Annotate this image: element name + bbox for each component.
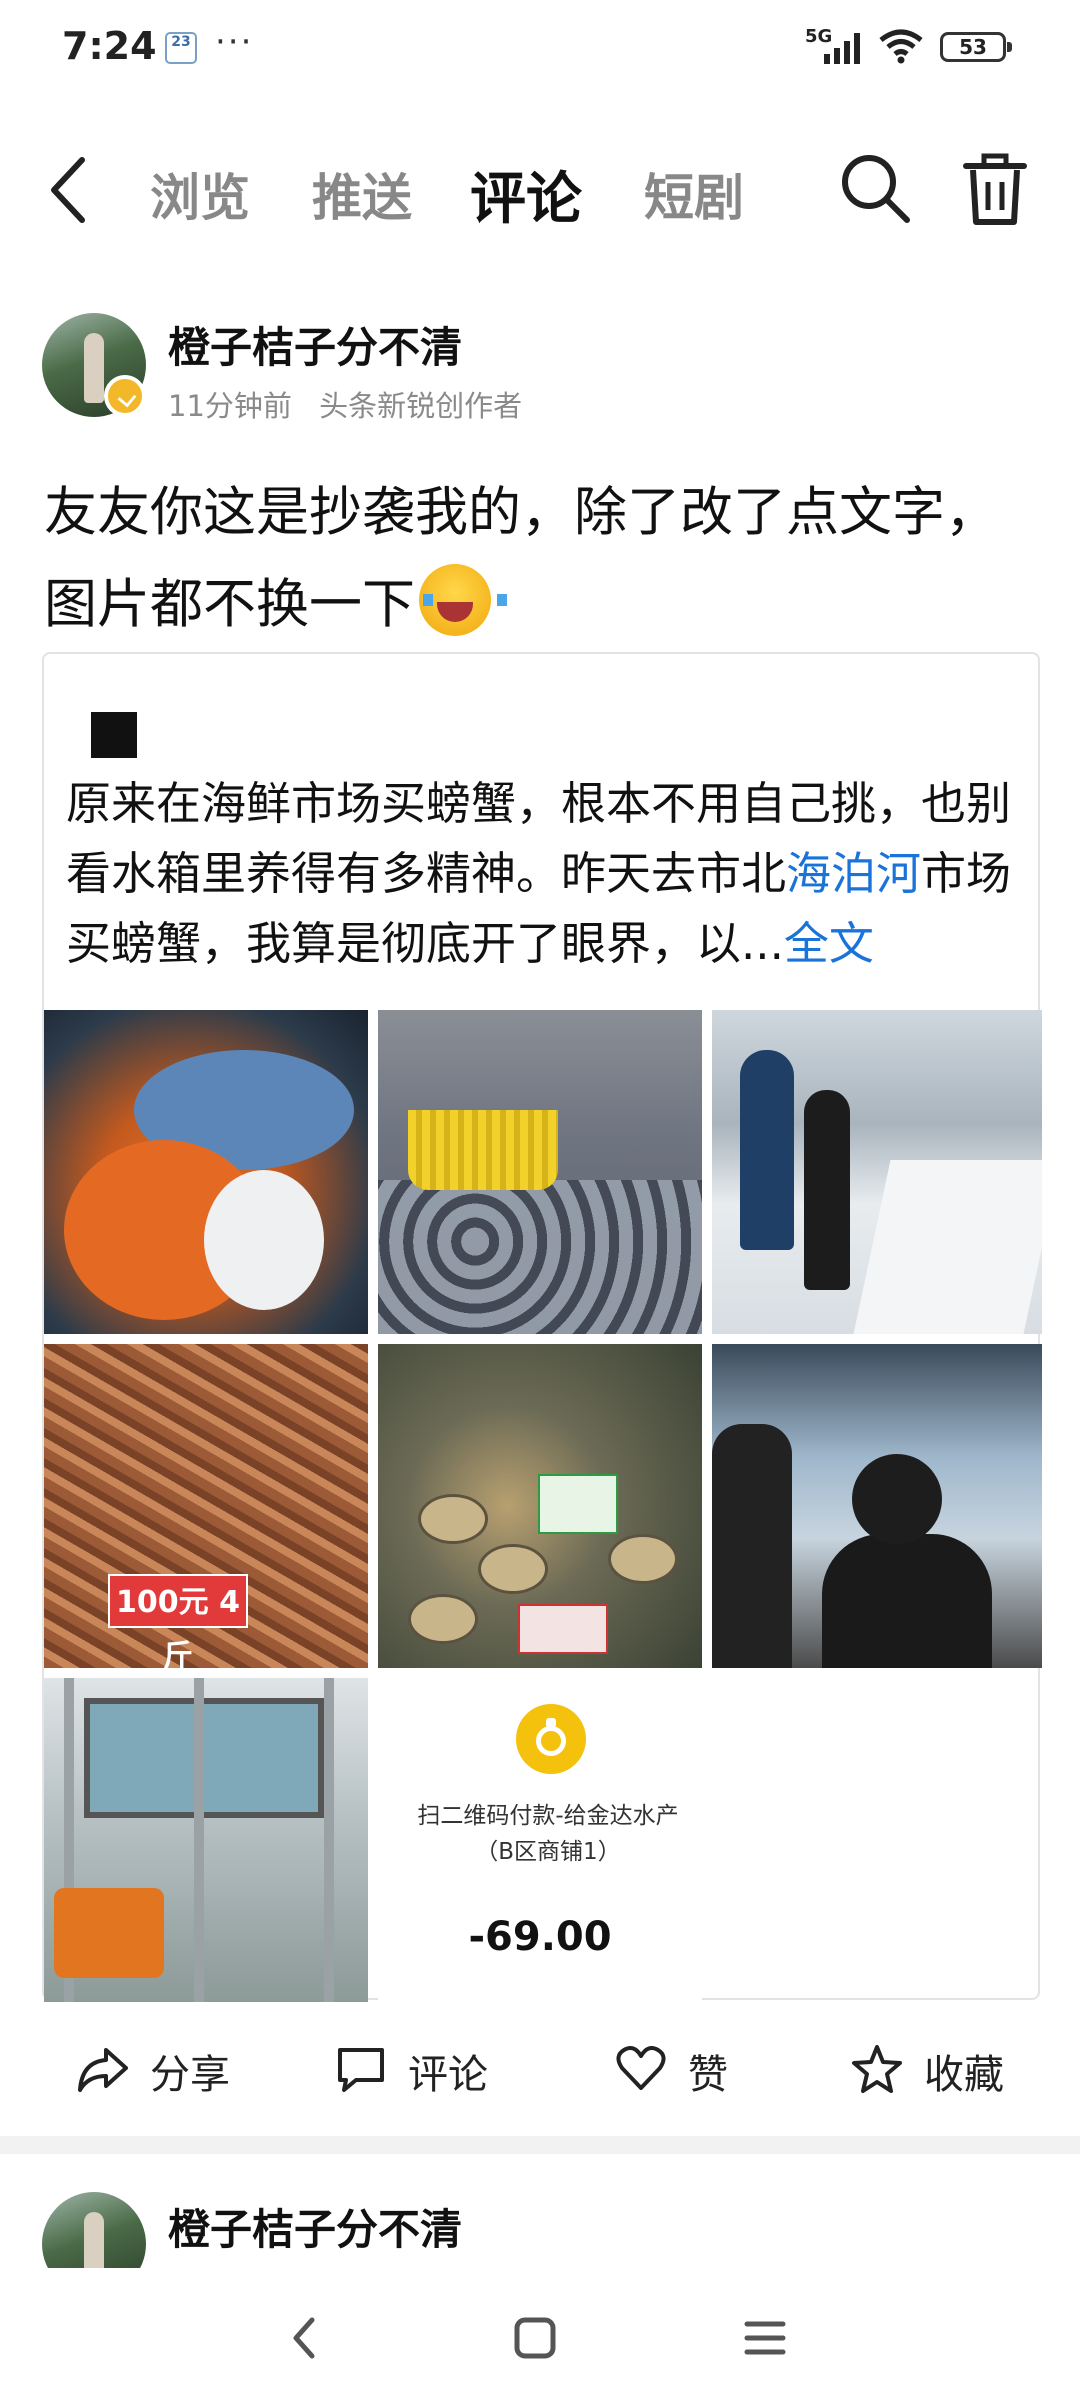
photo-crab[interactable] <box>44 1010 368 1334</box>
top-nav: 浏览 推送 评论 短剧 <box>0 130 1080 250</box>
price-tag: 100元 4斤 <box>108 1574 248 1668</box>
share-button[interactable]: 分享 <box>76 2038 256 2098</box>
tab-comments[interactable]: 评论 <box>470 154 582 235</box>
search-icon[interactable] <box>835 148 915 228</box>
payment-icon <box>516 1704 586 1774</box>
more-notifications-icon: ··· <box>215 22 254 62</box>
author-name[interactable]: 橙子桔子分不清 <box>168 314 462 375</box>
photo-crab-basket[interactable] <box>378 1010 702 1334</box>
post-separator <box>0 2136 1080 2154</box>
like-button[interactable]: 赞 <box>614 2038 764 2098</box>
status-bar: 7:24 23 ··· 5G 53 <box>0 0 1080 96</box>
share-icon <box>78 2048 128 2092</box>
quote-text[interactable]: 原来在海鲜市场买螃蟹，根本不用自己挑，也别看水箱里养得有多精神。昨天去市北海泊河… <box>66 769 1026 979</box>
like-label: 赞 <box>688 2052 728 2098</box>
star-icon <box>852 2045 902 2093</box>
photo-shrimp-tray[interactable]: 100元 4斤 <box>44 1344 368 1668</box>
read-more-link[interactable]: 全文 <box>784 917 874 970</box>
quote-marker-icon <box>91 712 137 758</box>
post-actions: 分享 评论 赞 收藏 <box>0 2030 1080 2106</box>
tab-push[interactable]: 推送 <box>312 158 412 230</box>
comment-icon <box>338 2048 384 2092</box>
post-text: 友友你这是抄袭我的，除了改了点文字，图片都不换一下 <box>44 467 1034 651</box>
heart-icon <box>616 2046 666 2090</box>
signal-icon <box>824 33 860 64</box>
verified-badge-icon <box>104 375 146 417</box>
payment-description: 扫二维码付款-给金达水产（B区商铺1） <box>417 1803 679 1865</box>
trash-icon[interactable] <box>960 148 1030 228</box>
location-link[interactable]: 海泊河 <box>786 847 921 900</box>
post-text-content: 友友你这是抄袭我的，除了改了点文字，图片都不换一下 <box>44 482 998 635</box>
tab-browse[interactable]: 浏览 <box>150 158 250 230</box>
tab-short-drama[interactable]: 短剧 <box>644 158 744 230</box>
photo-market-aisle[interactable] <box>712 1010 1042 1334</box>
laughing-crying-emoji-icon <box>419 564 507 636</box>
author-meta: 11分钟前 头条新锐创作者 <box>168 383 540 425</box>
comment-label: 评论 <box>408 2052 488 2098</box>
back-icon[interactable] <box>40 148 100 232</box>
wifi-icon <box>879 29 923 64</box>
nav-back-icon[interactable] <box>276 2308 336 2368</box>
payment-amount: -69.00 <box>468 1914 612 1960</box>
post-time: 11分钟前 <box>168 389 292 423</box>
status-time: 7:24 <box>62 24 157 68</box>
payment-receipt[interactable]: 扫二维码付款-给金达水产（B区商铺1） -69.00 <box>378 1678 702 2002</box>
battery-indicator: 53 <box>940 32 1012 62</box>
nav-home-icon[interactable] <box>505 2308 565 2368</box>
favorite-button[interactable]: 收藏 <box>850 2038 1030 2098</box>
comment-button[interactable]: 评论 <box>334 2038 514 2098</box>
next-author-name[interactable]: 橙子桔子分不清 <box>168 2196 462 2257</box>
favorite-label: 收藏 <box>924 2052 1004 2098</box>
calendar-notification-icon: 23 <box>165 32 197 64</box>
photo-bus-interior[interactable] <box>44 1678 368 2002</box>
photo-abalone[interactable] <box>378 1344 702 1668</box>
system-nav-bar <box>0 2268 1080 2400</box>
quoted-post-card[interactable]: 原来在海鲜市场买螃蟹，根本不用自己挑，也别看水箱里养得有多精神。昨天去市北海泊河… <box>42 652 1042 2002</box>
share-label: 分享 <box>150 2052 230 2098</box>
nav-menu-icon[interactable] <box>735 2308 795 2368</box>
photo-market-stall[interactable] <box>712 1344 1042 1668</box>
author-tag: 头条新锐创作者 <box>319 389 523 423</box>
